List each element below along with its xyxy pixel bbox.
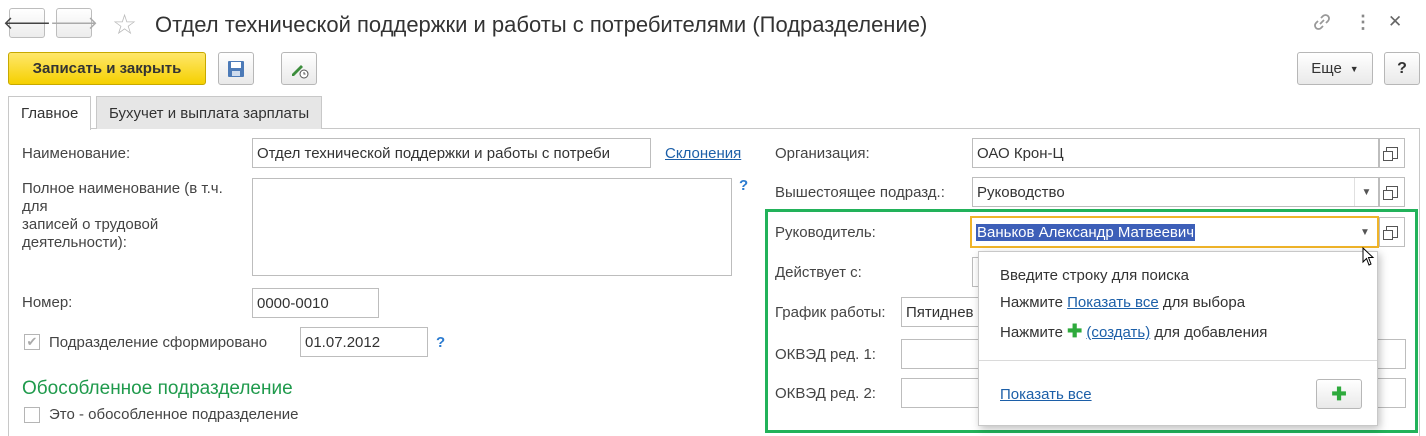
formed-date-value: 01.07.2012	[305, 333, 381, 351]
page-title: Отдел технической поддержки и работы с п…	[155, 12, 928, 37]
head-label: Руководитель:	[775, 224, 876, 241]
open-window-icon	[1383, 147, 1398, 161]
popup-show-all-inline-link[interactable]: Показать все	[1067, 294, 1159, 311]
tab-main-label: Главное	[21, 105, 79, 122]
panel-right-border	[1419, 129, 1420, 436]
head-dropdown[interactable]: ▼	[1353, 218, 1377, 246]
popup-hint-prefix: Нажмите	[1000, 324, 1063, 341]
organization-input[interactable]: ОАО Крон-Ц	[972, 138, 1379, 168]
floppy-disk-icon	[228, 60, 244, 77]
checkmark-icon: ✔	[26, 334, 38, 349]
parent-unit-dropdown[interactable]: ▼	[1354, 178, 1378, 206]
popup-hint-suffix: для добавления	[1154, 324, 1268, 341]
chevron-down-icon: ▼	[1360, 226, 1370, 238]
organization-label: Организация:	[775, 145, 870, 162]
tab-accounting-label: Бухучет и выплата зарплаты	[109, 104, 310, 122]
save-and-close-label: Записать и закрыть	[32, 60, 182, 77]
edit-history-button[interactable]	[281, 52, 317, 85]
okved1-label: ОКВЭД ред. 1:	[775, 346, 876, 363]
back-button[interactable]: 🡐	[3, 8, 51, 38]
schedule-value: Пятиднев	[906, 303, 974, 321]
full-name-textarea[interactable]	[252, 178, 732, 276]
help-label: ?	[1397, 59, 1407, 77]
popup-hint-show-all: Нажмите Показать все для выбора	[1000, 294, 1245, 311]
panel-left-border	[8, 129, 9, 436]
full-name-label-line: деятельности):	[22, 234, 127, 251]
head-value: Ваньков Александр Матвеевич	[976, 223, 1196, 241]
mouse-cursor-icon	[1362, 246, 1376, 271]
parent-unit-open-button[interactable]	[1379, 177, 1405, 207]
popup-show-all-link[interactable]: Показать все	[1000, 386, 1092, 403]
head-open-button[interactable]	[1379, 217, 1405, 247]
name-label: Наименование:	[22, 145, 131, 162]
more-button[interactable]: Еще ▼	[1297, 52, 1373, 85]
favorite-star-icon[interactable]: ☆	[112, 8, 137, 41]
chevron-down-icon: ▼	[1349, 63, 1359, 74]
arrow-left-icon: 🡐	[2, 12, 52, 33]
arrow-right-icon: 🡒	[49, 12, 99, 33]
number-input[interactable]: 0000-0010	[252, 288, 379, 318]
pencil-clock-icon	[292, 64, 309, 78]
popup-hint-create: Нажмите ✚ (создать) для добавления	[1000, 321, 1267, 342]
parent-unit-input[interactable]: Руководство	[972, 177, 1379, 207]
organization-value: ОАО Крон-Ц	[977, 144, 1064, 162]
okved2-input-tail[interactable]	[1376, 378, 1406, 408]
tab-main[interactable]: Главное	[8, 96, 92, 130]
save-button[interactable]	[218, 52, 254, 85]
full-name-label-line: Полное наименование (в т.ч.	[22, 180, 223, 197]
save-and-close-button[interactable]: Записать и закрыть	[8, 52, 206, 85]
parent-unit-label: Вышестоящее подразд.:	[775, 184, 945, 201]
parent-unit-value: Руководство	[977, 183, 1065, 201]
head-dropdown-popup: Введите строку для поиска Нажмите Показа…	[978, 251, 1378, 426]
popup-divider	[979, 360, 1377, 361]
popup-hint-search: Введите строку для поиска	[1000, 267, 1189, 284]
organization-open-button[interactable]	[1379, 138, 1405, 168]
popup-create-link[interactable]: (создать)	[1086, 324, 1150, 341]
formed-checkbox[interactable]: ✔	[24, 334, 40, 350]
head-input[interactable]: Ваньков Александр Матвеевич	[970, 216, 1379, 248]
chevron-down-icon: ▼	[1361, 186, 1372, 198]
number-value: 0000-0010	[257, 294, 329, 312]
valid-from-label: Действует с:	[775, 264, 862, 281]
popup-hint-suffix: для выбора	[1162, 294, 1246, 311]
link-icon[interactable]	[1312, 12, 1332, 37]
separate-section-title: Обособленное подразделение	[22, 378, 293, 399]
open-window-icon	[1383, 186, 1398, 200]
popup-add-button[interactable]: ✚	[1316, 379, 1362, 409]
name-value: Отдел технической поддержки и работы с п…	[257, 144, 610, 162]
formed-help-icon[interactable]: ?	[436, 334, 445, 351]
more-vertical-icon[interactable]: ⋮	[1354, 12, 1372, 33]
full-name-label: Полное наименование (в т.ч. для записей …	[22, 180, 223, 252]
forward-button[interactable]: 🡒	[50, 8, 98, 38]
okved1-input-tail[interactable]	[1376, 339, 1406, 369]
more-label: Еще	[1311, 60, 1342, 77]
close-icon[interactable]: ✕	[1388, 12, 1402, 32]
popup-hint-prefix: Нажмите	[1000, 294, 1063, 311]
tab-accounting[interactable]: Бухучет и выплата зарплаты	[96, 96, 323, 129]
separate-checkbox[interactable]	[24, 407, 40, 423]
formed-date-input[interactable]: 01.07.2012	[300, 327, 428, 357]
declensions-link[interactable]: Склонения	[665, 145, 741, 162]
full-name-help-icon[interactable]: ?	[739, 177, 748, 194]
formed-label: Подразделение сформировано	[49, 334, 268, 351]
number-label: Номер:	[22, 294, 73, 311]
separate-checkbox-label: Это - обособленное подразделение	[49, 406, 299, 423]
full-name-label-line: записей о трудовой	[22, 216, 159, 233]
okved2-label: ОКВЭД ред. 2:	[775, 385, 876, 402]
name-input[interactable]: Отдел технической поддержки и работы с п…	[252, 138, 651, 168]
full-name-label-line: для	[22, 198, 48, 215]
plus-icon: ✚	[1331, 383, 1347, 404]
help-button[interactable]: ?	[1384, 52, 1420, 85]
plus-icon: ✚	[1067, 321, 1083, 341]
open-window-icon	[1383, 226, 1398, 240]
schedule-label: График работы:	[775, 304, 886, 321]
